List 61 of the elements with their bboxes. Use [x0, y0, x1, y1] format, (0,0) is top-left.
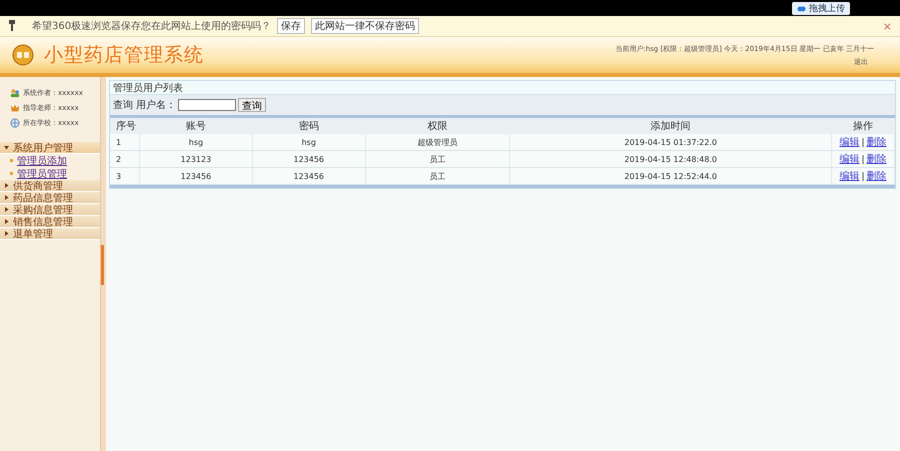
cloud-icon — [797, 4, 806, 12]
action-link[interactable]: 编辑 — [839, 171, 860, 182]
table-cell: 员工 — [430, 154, 446, 164]
column-header: 账号 — [186, 120, 206, 133]
column-header: 密码 — [298, 120, 319, 133]
panel-title: 管理员用户列表 — [113, 82, 183, 94]
username-field[interactable] — [178, 99, 236, 111]
key-icon — [8, 20, 16, 32]
triangle-icon — [4, 195, 9, 200]
search-button[interactable]: 查询 — [238, 98, 266, 112]
separator: | — [861, 138, 865, 148]
menu-item[interactable]: 系统用户管理 — [0, 142, 100, 154]
people-icon — [10, 88, 20, 98]
menu-item[interactable]: 退单管理 — [0, 228, 100, 240]
app-title: 小型药店管理系统 — [44, 43, 204, 68]
table-cell: 超级管理员 — [418, 138, 458, 146]
action-link[interactable]: 编辑 — [839, 154, 860, 165]
table-cell: 123456 — [293, 154, 324, 164]
triangle-icon — [4, 207, 9, 212]
logo-icon — [12, 44, 34, 66]
action-link[interactable]: 删除 — [866, 137, 887, 148]
table-cell: 123456 — [180, 172, 212, 180]
menu-item[interactable]: 采购信息管理 — [0, 204, 100, 216]
action-link[interactable]: 删除 — [866, 154, 887, 165]
submenu-link[interactable]: 管理员添加 — [17, 154, 67, 168]
menu-item[interactable]: 销售信息管理 — [0, 216, 100, 228]
menu-item[interactable]: 药品信息管理 — [0, 192, 100, 204]
submenu-link[interactable]: 管理员管理 — [17, 166, 67, 180]
column-header: 添加时间 — [650, 120, 691, 133]
table-cell: 2019-04-15 12:52:44.0 — [624, 172, 717, 180]
table-cell: 2 — [116, 154, 122, 164]
collapse-handle[interactable] — [101, 244, 104, 284]
search-label: 查询 用户名： — [113, 98, 176, 112]
separator: | — [861, 155, 865, 165]
menu-item[interactable]: 供货商管理 — [0, 180, 100, 192]
badge-icon — [10, 102, 20, 112]
table-cell: 2019-04-15 01:37:22.0 — [624, 138, 717, 146]
table-cell: 123123 — [180, 154, 212, 164]
table-cell: 1 — [116, 138, 122, 146]
action-link[interactable]: 编辑 — [839, 137, 860, 148]
separator: | — [861, 172, 865, 182]
triangle-icon — [4, 183, 9, 188]
triangle-icon — [4, 231, 9, 236]
triangle-icon — [4, 219, 9, 224]
table-cell: 3 — [116, 172, 122, 180]
table-cell: 员工 — [430, 172, 446, 180]
column-header: 操作 — [853, 120, 873, 133]
prompt-button[interactable]: 保存 — [277, 18, 306, 34]
triangle-icon — [4, 145, 9, 150]
globe-icon — [10, 118, 20, 128]
column-header: 权限 — [428, 120, 448, 133]
action-link[interactable]: 删除 — [866, 171, 887, 182]
close-button[interactable]: × — [882, 20, 892, 32]
table-cell: hsg — [302, 138, 316, 146]
prompt-button[interactable]: 此网站一律不保存密码 — [311, 18, 420, 34]
table-cell: 123456 — [293, 172, 324, 180]
upload-button[interactable]: 拖拽上传 — [792, 2, 850, 14]
table-cell: 2019-04-15 12:48:48.0 — [624, 154, 717, 164]
password-prompt: 希望360极速浏览器保存您在此网站上使用的密码吗？ — [32, 20, 272, 33]
table-cell: hsg — [188, 138, 204, 146]
column-header: 序号 — [116, 120, 136, 133]
